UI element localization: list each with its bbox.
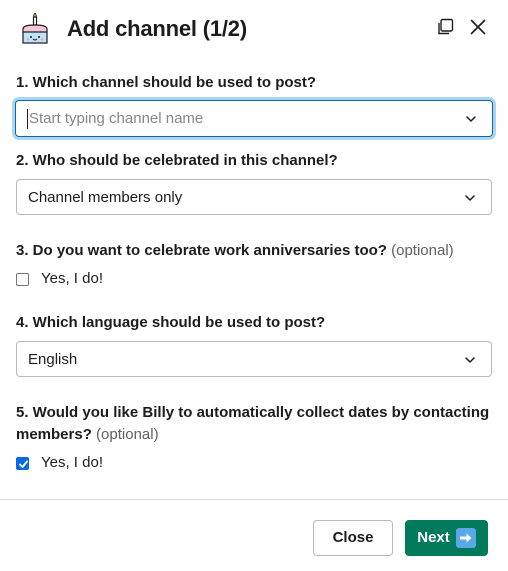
- chevron-down-icon: [464, 191, 476, 203]
- anniversaries-checkbox-row[interactable]: Yes, I do!: [16, 269, 103, 289]
- optional-tag: (optional): [391, 242, 454, 259]
- channel-select[interactable]: [15, 100, 493, 137]
- close-icon: [469, 18, 487, 41]
- question-collect-dates-text: members?: [16, 426, 92, 443]
- anniversaries-checkbox[interactable]: [16, 272, 29, 286]
- chevron-down-icon: [464, 353, 476, 365]
- collect-dates-checkbox-row[interactable]: Yes, I do!: [16, 453, 103, 473]
- close-button[interactable]: Close: [313, 520, 393, 556]
- next-button-label: Next: [417, 529, 450, 546]
- question-anniversaries-label: 3. Do you want to celebrate work anniver…: [16, 240, 454, 262]
- optional-tag: (optional): [96, 426, 159, 443]
- popout-icon: [436, 18, 454, 41]
- celebrate-select-value: Channel members only: [28, 189, 183, 206]
- question-collect-dates-label-line2: members? (optional): [16, 424, 159, 446]
- modal-title: Add channel (1/2): [67, 16, 247, 41]
- next-button[interactable]: Next: [405, 520, 488, 556]
- channel-search-input[interactable]: [27, 109, 447, 129]
- popout-button[interactable]: [433, 17, 457, 41]
- anniversaries-checkbox-label[interactable]: Yes, I do!: [41, 269, 103, 289]
- question-channel-label: 1. Which channel should be used to post?: [16, 74, 317, 91]
- birthday-cake-icon: [20, 12, 50, 45]
- chevron-down-icon: [465, 112, 477, 124]
- question-celebrate-label: 2. Who should be celebrated in this chan…: [16, 152, 338, 169]
- collect-dates-checkbox-label[interactable]: Yes, I do!: [41, 453, 103, 473]
- question-collect-dates-label-line1: 5. Would you like Billy to automatically…: [16, 404, 490, 421]
- collect-dates-checkbox[interactable]: [16, 456, 29, 470]
- celebrate-select[interactable]: Channel members only: [16, 179, 492, 215]
- close-modal-button[interactable]: [466, 17, 490, 41]
- question-anniversaries-text: 3. Do you want to celebrate work anniver…: [16, 242, 387, 259]
- right-arrow-icon: [455, 528, 476, 548]
- footer-divider: [0, 499, 508, 500]
- add-channel-modal: Add channel (1/2) 1. Which channel shoul…: [0, 0, 508, 571]
- modal-header: Add channel (1/2): [0, 0, 508, 60]
- language-select[interactable]: English: [16, 341, 492, 377]
- language-select-value: English: [28, 351, 78, 368]
- question-language-label: 4. Which language should be used to post…: [16, 314, 326, 331]
